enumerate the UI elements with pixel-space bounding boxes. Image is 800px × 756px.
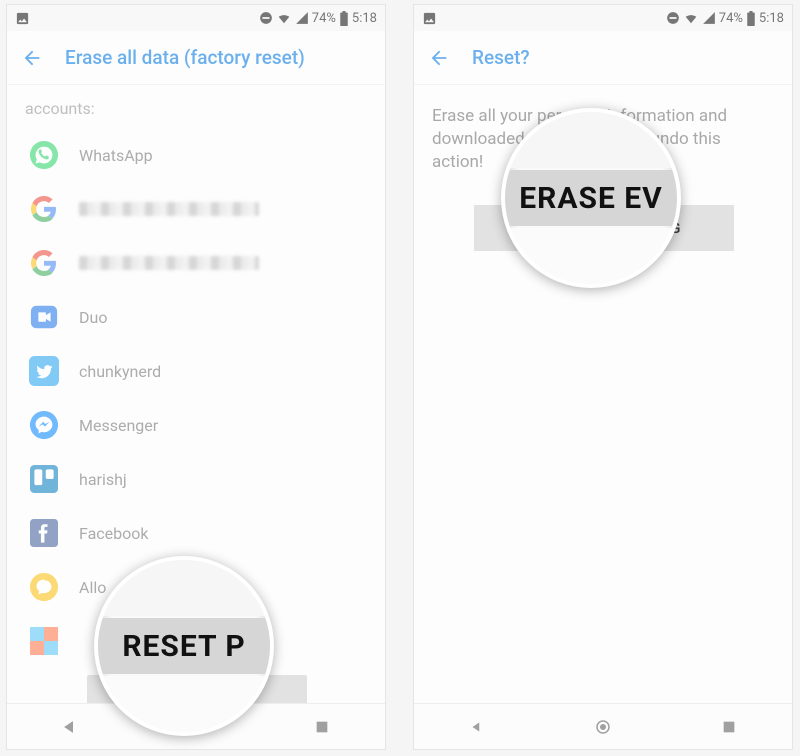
app-bar: Erase all data (factory reset) <box>7 31 385 85</box>
account-label: Facebook <box>79 524 148 543</box>
signal-icon <box>702 11 716 25</box>
account-label: chunkynerd <box>79 362 161 381</box>
wifi-icon <box>276 11 292 25</box>
whatsapp-icon <box>27 138 61 172</box>
battery-icon <box>339 11 349 26</box>
page-title: Erase all data (factory reset) <box>65 46 305 69</box>
clock-time: 5:18 <box>759 11 784 26</box>
battery-icon <box>746 11 756 26</box>
magnifier-callout: ERASE EV <box>501 108 681 288</box>
nav-recent-icon[interactable] <box>717 715 741 739</box>
nav-back-icon[interactable] <box>58 715 82 739</box>
battery-pct: 74% <box>719 11 743 26</box>
wifi-icon <box>683 11 699 25</box>
back-arrow-icon[interactable] <box>428 47 450 69</box>
account-label: Duo <box>79 308 107 327</box>
status-bar: 74% 5:18 <box>7 5 385 31</box>
page-title: Reset? <box>472 46 530 69</box>
account-row-facebook[interactable]: Facebook <box>7 506 385 560</box>
picture-icon <box>15 11 30 26</box>
account-row-messenger[interactable]: Messenger <box>7 398 385 452</box>
duo-icon <box>27 300 61 334</box>
account-row-duo[interactable]: Duo <box>7 290 385 344</box>
picture-icon <box>422 11 437 26</box>
magnified-erase-button: ERASE EV <box>501 170 681 226</box>
messenger-icon <box>27 408 61 442</box>
app-icon <box>27 624 61 658</box>
google-icon <box>27 192 61 226</box>
account-row-twitter[interactable]: chunkynerd <box>7 344 385 398</box>
clock-time: 5:18 <box>352 11 377 26</box>
redacted-email <box>79 202 259 216</box>
battery-pct: 74% <box>312 11 336 26</box>
account-row-whatsapp[interactable]: WhatsApp <box>7 128 385 182</box>
section-label: accounts: <box>7 93 385 128</box>
twitter-icon <box>27 354 61 388</box>
dnd-icon <box>259 11 273 25</box>
dnd-icon <box>666 11 680 25</box>
nav-bar <box>414 703 792 749</box>
redacted-email <box>79 256 259 270</box>
account-label: WhatsApp <box>79 146 153 165</box>
allo-icon <box>27 570 61 604</box>
google-icon <box>27 246 61 280</box>
magnifier-callout: RESET P <box>94 556 274 736</box>
facebook-icon <box>27 516 61 550</box>
back-arrow-icon[interactable] <box>21 47 43 69</box>
nav-back-icon[interactable] <box>465 715 489 739</box>
nav-home-icon[interactable] <box>591 715 615 739</box>
magnified-reset-button: RESET P <box>94 618 274 674</box>
account-row-google[interactable] <box>7 236 385 290</box>
account-row-trello[interactable]: harishj <box>7 452 385 506</box>
trello-icon <box>27 462 61 496</box>
account-label: Messenger <box>79 416 158 435</box>
account-row-google[interactable] <box>7 182 385 236</box>
nav-recent-icon[interactable] <box>310 715 334 739</box>
account-label: harishj <box>79 470 127 489</box>
app-bar: Reset? <box>414 31 792 85</box>
status-bar: 74% 5:18 <box>414 5 792 31</box>
signal-icon <box>295 11 309 25</box>
